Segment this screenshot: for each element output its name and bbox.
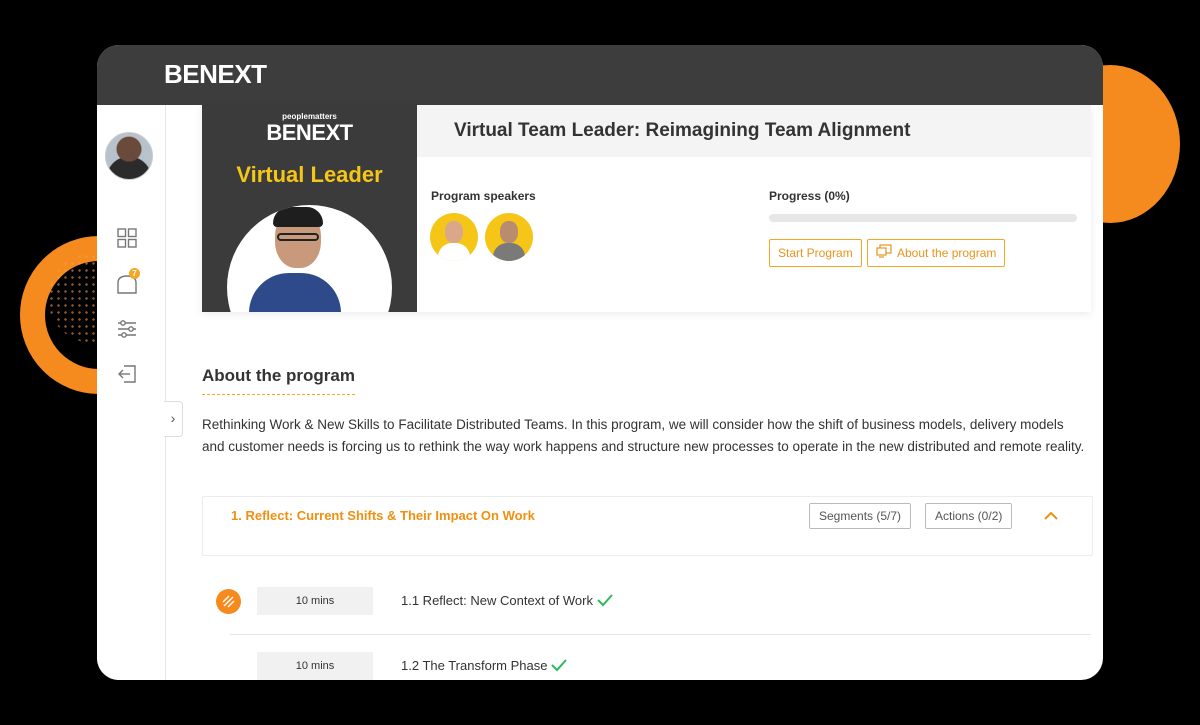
program-header: Virtual Team Leader: Reimagining Team Al… <box>417 105 1091 157</box>
program-card: peoplematters BENEXT Virtual Leader Virt… <box>202 105 1091 312</box>
speaker-portrait <box>227 205 392 312</box>
module-card[interactable]: 1. Reflect: Current Shifts & Their Impac… <box>202 496 1093 556</box>
program-title: Virtual Team Leader: Reimagining Team Al… <box>454 120 911 141</box>
banner-title: Virtual Leader <box>236 162 383 187</box>
start-program-button[interactable]: Start Program <box>769 239 862 267</box>
user-avatar[interactable] <box>105 132 153 180</box>
speaker-avatar[interactable] <box>430 213 478 261</box>
segments-count-chip[interactable]: Segments (5/7) <box>809 503 912 529</box>
segment-type-icon <box>216 589 241 614</box>
check-icon <box>596 593 614 610</box>
sidebar: 7 <box>97 105 166 680</box>
segment-title-text: 1.2 The Transform Phase <box>401 658 548 673</box>
speakers-label: Program speakers <box>431 189 536 203</box>
progress-label: Progress (0%) <box>769 189 850 203</box>
sidebar-expand-toggle[interactable]: › <box>164 401 183 437</box>
actions-count-chip[interactable]: Actions (0/2) <box>925 503 1013 529</box>
top-bar: BENEXT <box>97 45 1103 105</box>
banner-logo: BENEXT <box>266 120 353 145</box>
program-banner: peoplematters BENEXT Virtual Leader <box>202 105 417 312</box>
progress-bar <box>769 214 1077 222</box>
notification-icon[interactable]: 7 <box>116 268 140 295</box>
segment-row[interactable]: 10 mins 1.1 Reflect: New Context of Work <box>202 578 1091 624</box>
segment-title[interactable]: 1.1 Reflect: New Context of Work <box>401 593 614 610</box>
dashboard-grid-icon[interactable] <box>116 227 138 249</box>
check-icon <box>550 658 568 675</box>
program-description: Rethinking Work & New Skills to Facilita… <box>202 417 1085 454</box>
notification-badge: 7 <box>129 268 140 279</box>
section-heading: About the program <box>202 366 355 395</box>
row-divider <box>230 634 1091 635</box>
about-program-button[interactable]: About the program <box>867 239 1006 267</box>
segment-row[interactable]: 10 mins 1.2 The Transform Phase <box>202 643 1091 680</box>
duration-pill: 10 mins <box>257 587 373 615</box>
module-title[interactable]: 1. Reflect: Current Shifts & Their Impac… <box>231 508 535 523</box>
about-program-button-label: About the program <box>897 246 997 260</box>
brand-logo[interactable]: BENEXT <box>164 59 267 90</box>
segment-title-text: 1.1 Reflect: New Context of Work <box>401 593 593 608</box>
chevron-up-icon[interactable] <box>1039 507 1063 525</box>
logout-icon[interactable] <box>116 363 138 385</box>
speaker-avatar[interactable] <box>485 213 533 261</box>
app-window: BENEXT 7 › peoplematters BENEXT Virtual … <box>97 45 1103 680</box>
duration-pill: 10 mins <box>257 652 373 680</box>
sliders-icon[interactable] <box>116 318 138 340</box>
presentation-icon <box>876 241 892 267</box>
segment-title[interactable]: 1.2 The Transform Phase <box>401 658 568 675</box>
